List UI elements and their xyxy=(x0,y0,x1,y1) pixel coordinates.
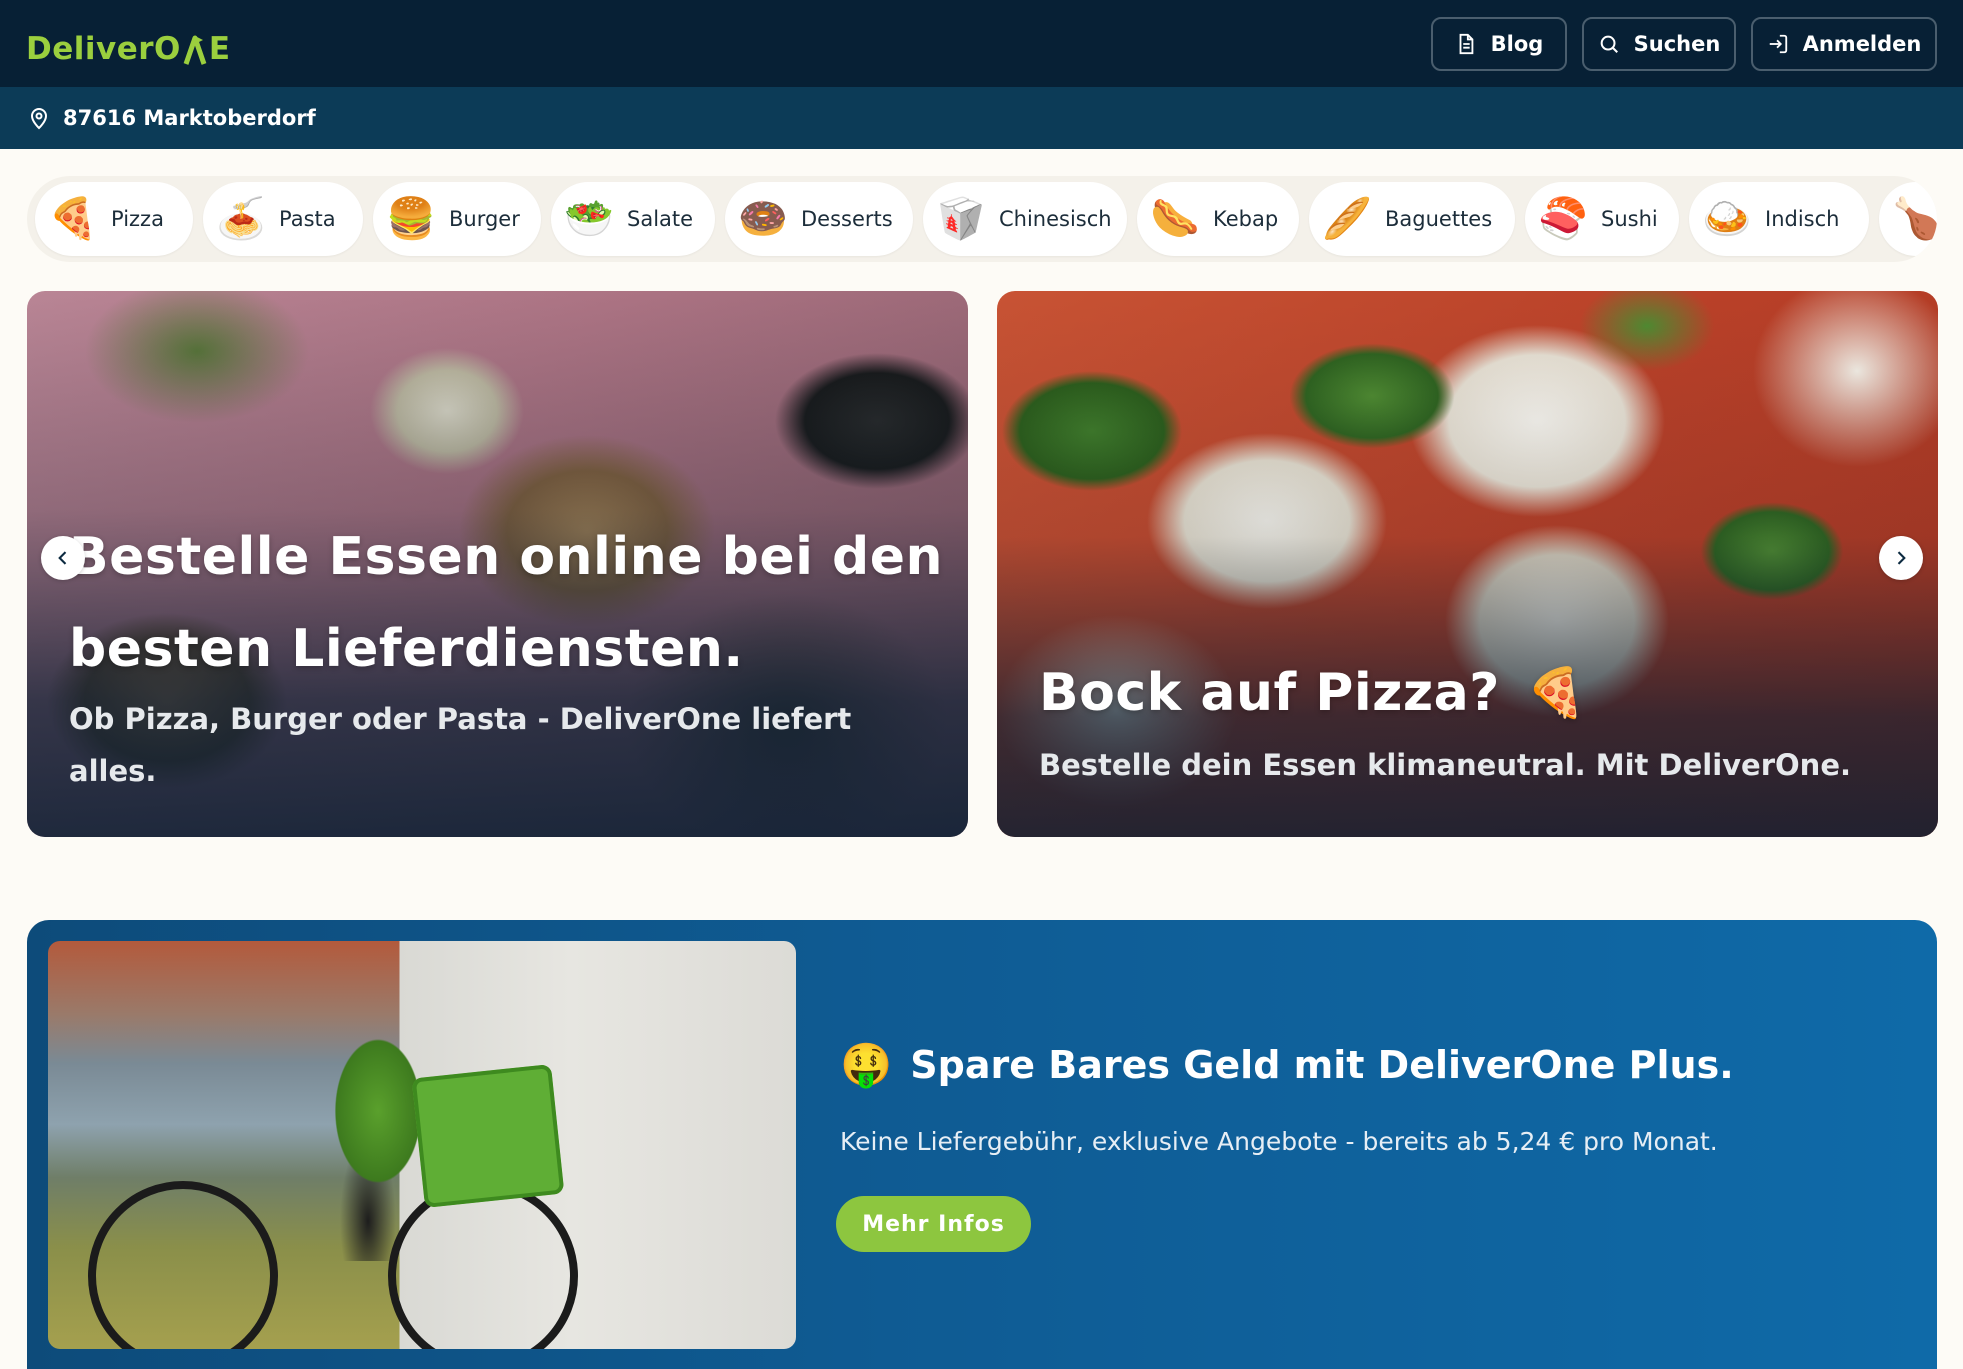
plus-promo-banner: 🤑 Spare Bares Geld mit DeliverOne Plus. … xyxy=(27,920,1937,1369)
document-icon xyxy=(1455,33,1477,55)
delivery-courier-image xyxy=(48,941,796,1349)
category-burger[interactable]: 🍔 Burger xyxy=(373,182,541,256)
login-icon xyxy=(1767,33,1789,55)
search-button[interactable]: Suchen xyxy=(1582,17,1736,71)
hero-slide-2[interactable]: Bock auf Pizza? 🍕 Bestelle dein Essen kl… xyxy=(997,291,1938,837)
category-label: Indisch xyxy=(1765,207,1840,231)
pasta-icon: 🍝 xyxy=(216,196,266,242)
takeout-box-icon: 🥡 xyxy=(936,196,986,242)
hero-slide-1-title: Bestelle Essen online bei den besten Lie… xyxy=(69,527,944,679)
curry-icon: 🍛 xyxy=(1702,196,1752,242)
logo-text-b: E xyxy=(208,31,231,67)
promo-subtitle: Keine Liefergebühr, exklusive Angebote -… xyxy=(840,1127,1718,1156)
category-baguettes[interactable]: 🥖 Baguettes xyxy=(1309,182,1515,256)
baguette-icon: 🥖 xyxy=(1322,196,1372,242)
category-label: Burger xyxy=(449,207,520,231)
login-button[interactable]: Anmelden xyxy=(1751,17,1937,71)
category-label: Chinesisch xyxy=(999,207,1112,231)
chevron-right-icon xyxy=(1897,551,1906,565)
category-pizza[interactable]: 🍕 Pizza xyxy=(35,182,193,256)
category-chinesisch[interactable]: 🥡 Chinesisch xyxy=(923,182,1127,256)
location-text: 87616 Marktoberdorf xyxy=(63,106,316,130)
salad-icon: 🥗 xyxy=(564,196,614,242)
category-bar: 🍕 Pizza 🍝 Pasta 🍔 Burger 🥗 Salate 🍩 Dess… xyxy=(27,176,1937,262)
location-bar[interactable]: 87616 Marktoberdorf xyxy=(0,87,1963,149)
category-label: Pizza xyxy=(111,207,164,231)
chevron-left-icon xyxy=(58,551,67,565)
chicken-leg-icon: 🍗 xyxy=(1892,196,1937,242)
logo-flag-icon xyxy=(182,32,208,66)
carousel-prev-button[interactable] xyxy=(41,536,85,580)
sushi-icon: 🍣 xyxy=(1538,196,1588,242)
search-label: Suchen xyxy=(1633,32,1721,56)
logo-text-a: DeliverO xyxy=(26,31,181,67)
category-kebap[interactable]: 🌭 Kebap xyxy=(1137,182,1299,256)
kebap-icon: 🌭 xyxy=(1150,196,1200,242)
category-label: Sushi xyxy=(1601,207,1658,231)
login-label: Anmelden xyxy=(1802,32,1922,56)
hero-slide-2-subtitle: Bestelle dein Essen klimaneutral. Mit De… xyxy=(1039,748,1851,782)
pizza-icon: 🍕 xyxy=(1525,665,1587,721)
top-navigation-bar: DeliverO E Blog Suchen Anmelden xyxy=(0,0,1963,87)
hero-slide-2-title-row: Bock auf Pizza? 🍕 xyxy=(1039,661,1586,725)
category-label: Pasta xyxy=(279,207,336,231)
money-face-icon: 🤑 xyxy=(840,1040,893,1089)
location-pin-icon xyxy=(27,106,51,130)
category-label: Kebap xyxy=(1213,207,1279,231)
category-label: Baguettes xyxy=(1385,207,1493,231)
more-info-button[interactable]: Mehr Infos xyxy=(836,1196,1031,1252)
hero-slide-1-subtitle: Ob Pizza, Burger oder Pasta - DeliverOne… xyxy=(69,702,852,788)
category-label: Desserts xyxy=(801,207,893,231)
category-sushi[interactable]: 🍣 Sushi xyxy=(1525,182,1679,256)
promo-title: Spare Bares Geld mit DeliverOne Plus. xyxy=(910,1043,1734,1087)
category-label: Salate xyxy=(627,207,694,231)
pizza-icon: 🍕 xyxy=(48,196,98,242)
category-salate[interactable]: 🥗 Salate xyxy=(551,182,715,256)
category-pasta[interactable]: 🍝 Pasta xyxy=(203,182,363,256)
category-more[interactable]: 🍗 xyxy=(1879,182,1937,256)
donut-icon: 🍩 xyxy=(738,196,788,242)
category-desserts[interactable]: 🍩 Desserts xyxy=(725,182,913,256)
category-indisch[interactable]: 🍛 Indisch xyxy=(1689,182,1869,256)
hero-slide-1[interactable]: Bestelle Essen online bei den besten Lie… xyxy=(27,291,968,837)
search-icon xyxy=(1598,33,1620,55)
deliverone-logo[interactable]: DeliverO E xyxy=(26,26,231,72)
hero-slide-2-title: Bock auf Pizza? xyxy=(1039,663,1500,723)
carousel-next-button[interactable] xyxy=(1879,536,1923,580)
burger-icon: 🍔 xyxy=(386,196,436,242)
blog-button[interactable]: Blog xyxy=(1431,17,1567,71)
promo-title-row: 🤑 Spare Bares Geld mit DeliverOne Plus. xyxy=(840,1040,1734,1090)
blog-label: Blog xyxy=(1490,32,1544,56)
